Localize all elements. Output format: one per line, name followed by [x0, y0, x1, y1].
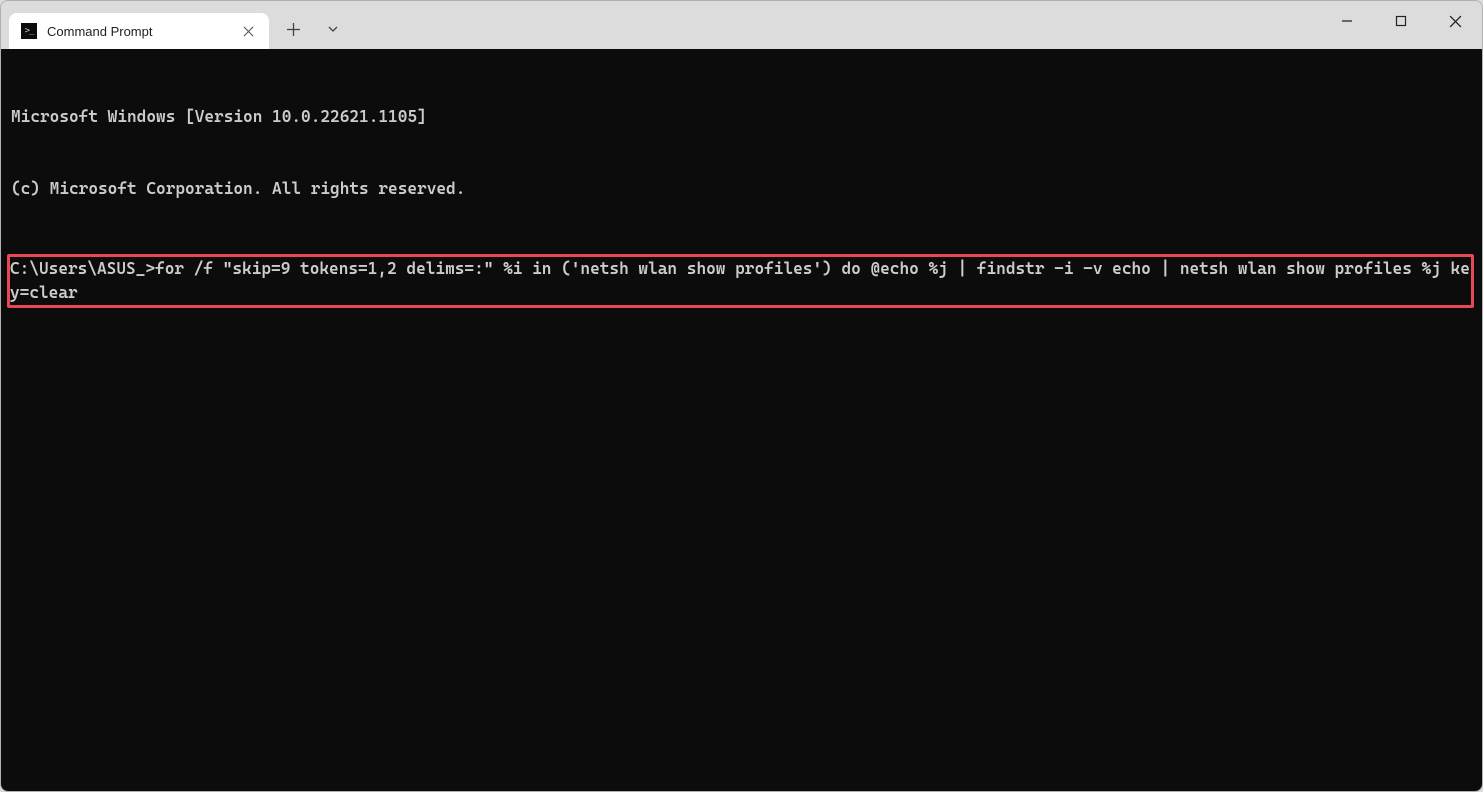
- command-text: for /f "skip=9 tokens=1,2 delims=:" %i i…: [10, 259, 1470, 302]
- minimize-button[interactable]: [1320, 1, 1374, 41]
- tab-strip: >_ Command Prompt: [1, 1, 269, 49]
- tab-command-prompt[interactable]: >_ Command Prompt: [9, 13, 269, 49]
- window-controls: [1320, 1, 1482, 41]
- chevron-down-icon: [327, 23, 339, 35]
- titlebar: >_ Command Prompt: [1, 1, 1482, 49]
- output-line-version: Microsoft Windows [Version 10.0.22621.11…: [11, 105, 1472, 129]
- highlighted-command-box: C:\Users\ASUS_>for /f "skip=9 tokens=1,2…: [7, 254, 1474, 308]
- maximize-icon: [1395, 15, 1407, 27]
- new-tab-button[interactable]: [275, 12, 311, 46]
- tab-title: Command Prompt: [47, 24, 229, 39]
- tab-close-button[interactable]: [239, 22, 257, 40]
- titlebar-actions: [275, 1, 351, 49]
- maximize-button[interactable]: [1374, 1, 1428, 41]
- output-line-copyright: (c) Microsoft Corporation. All rights re…: [11, 177, 1472, 201]
- terminal-window: >_ Command Prompt: [0, 0, 1483, 792]
- tab-dropdown-button[interactable]: [315, 12, 351, 46]
- terminal-icon: >_: [21, 23, 37, 39]
- terminal-output[interactable]: Microsoft Windows [Version 10.0.22621.11…: [1, 49, 1482, 791]
- close-icon: [243, 26, 254, 37]
- minimize-icon: [1341, 15, 1353, 27]
- prompt-text: C:\Users\ASUS_>: [10, 259, 155, 278]
- plus-icon: [287, 23, 300, 36]
- close-window-button[interactable]: [1428, 1, 1482, 41]
- close-icon: [1449, 15, 1462, 28]
